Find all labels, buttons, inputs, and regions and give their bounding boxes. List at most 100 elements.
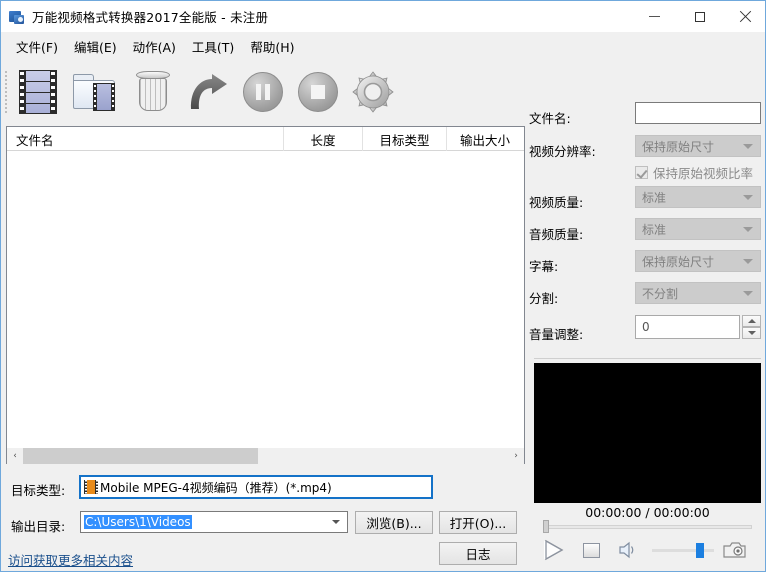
browse-button[interactable]: 浏览(B)...: [355, 511, 433, 534]
delete-button[interactable]: [125, 65, 180, 120]
output-dir-combo[interactable]: C:\Users\1\Videos: [80, 511, 348, 533]
toolbar-grip[interactable]: [3, 69, 10, 115]
seek-slider-thumb[interactable]: [543, 520, 549, 533]
triangle-down-icon: [748, 331, 756, 335]
subtitle-label: 字幕:: [529, 256, 558, 275]
target-type-label: 目标类型:: [11, 480, 65, 499]
file-list-body[interactable]: [7, 151, 524, 447]
stepper-down-button[interactable]: [742, 327, 761, 339]
application-window: 万能视频格式转换器2017全能版 - 未注册 文件(F) 编辑(E) 动作(A)…: [0, 0, 766, 572]
menu-help[interactable]: 帮助(H): [242, 34, 302, 59]
file-list[interactable]: 文件名 长度 目标类型 输出大小 ‹ ›: [6, 126, 525, 464]
menu-edit[interactable]: 编辑(E): [66, 34, 125, 59]
volume-adjust-input[interactable]: 0: [635, 315, 740, 339]
stop-icon: [583, 543, 600, 558]
close-icon: [739, 11, 751, 23]
video-resolution-label: 视频分辨率:: [529, 141, 596, 160]
stop-circle-icon: [298, 72, 338, 112]
split-label: 分割:: [529, 288, 558, 307]
split-combo[interactable]: 不分割: [635, 282, 761, 304]
snapshot-button[interactable]: [722, 537, 748, 563]
player-controls: [534, 537, 766, 567]
menu-tools[interactable]: 工具(T): [184, 34, 242, 59]
menu-bar: 文件(F) 编辑(E) 动作(A) 工具(T) 帮助(H): [1, 32, 766, 60]
window-title: 万能视频格式转换器2017全能版 - 未注册: [32, 7, 268, 26]
time-display: 00:00:00 / 00:00:00: [534, 505, 761, 520]
column-header-output-size[interactable]: 输出大小: [447, 127, 523, 151]
play-button[interactable]: [539, 537, 565, 563]
column-header-target-type[interactable]: 目标类型: [363, 127, 447, 151]
chevron-down-icon: [743, 259, 752, 264]
minimize-icon: [649, 16, 660, 17]
split-value: 不分割: [642, 285, 678, 302]
pause-circle-icon: [243, 72, 283, 112]
camera-icon: [723, 540, 747, 560]
audio-quality-combo[interactable]: 标准: [635, 218, 761, 240]
column-header-filename[interactable]: 文件名: [7, 127, 284, 151]
folder-with-film-icon: [73, 72, 117, 112]
title-bar: 万能视频格式转换器2017全能版 - 未注册: [1, 1, 766, 32]
panel-divider: [534, 358, 761, 359]
log-button[interactable]: 日志: [439, 542, 517, 565]
video-quality-label: 视频质量:: [529, 192, 583, 211]
volume-slider[interactable]: [652, 549, 714, 552]
stepper-up-button[interactable]: [742, 315, 761, 327]
video-quality-combo[interactable]: 标准: [635, 186, 761, 208]
keep-aspect-label: 保持原始视频比率: [653, 163, 753, 182]
film-strip-mini-icon: [84, 480, 98, 494]
file-list-hscrollbar[interactable]: ‹ ›: [7, 447, 524, 463]
chevron-down-icon: [743, 227, 752, 232]
video-resolution-combo[interactable]: 保持原始尺寸: [635, 135, 761, 157]
subtitle-value: 保持原始尺寸: [642, 253, 714, 270]
film-strip-icon: [19, 70, 57, 114]
stop-playback-button[interactable]: [578, 537, 604, 563]
window-controls: [632, 1, 766, 32]
mute-button[interactable]: [614, 537, 640, 563]
more-content-link[interactable]: 访问获取更多相关内容: [8, 550, 133, 569]
close-button[interactable]: [722, 1, 766, 32]
gear-icon: [352, 71, 394, 113]
video-preview[interactable]: [534, 363, 761, 503]
redo-arrow-icon: [187, 73, 229, 111]
filename-input[interactable]: [635, 102, 761, 124]
audio-quality-value: 标准: [642, 221, 666, 238]
output-dir-label: 输出目录:: [11, 516, 65, 535]
menu-file[interactable]: 文件(F): [8, 34, 66, 59]
settings-button[interactable]: [345, 65, 400, 120]
scrollbar-track[interactable]: [23, 448, 508, 464]
pause-button[interactable]: [235, 65, 290, 120]
speaker-icon: [617, 540, 637, 560]
volume-adjust-stepper[interactable]: [742, 315, 761, 339]
app-icon: [9, 9, 25, 25]
file-list-header: 文件名 长度 目标类型 输出大小: [7, 127, 524, 151]
video-resolution-value: 保持原始尺寸: [642, 138, 714, 155]
scroll-right-icon[interactable]: ›: [508, 448, 524, 464]
chevron-down-icon: [743, 195, 752, 200]
trash-can-icon: [135, 71, 171, 113]
column-header-length[interactable]: 长度: [284, 127, 363, 151]
stop-button[interactable]: [290, 65, 345, 120]
subtitle-combo[interactable]: 保持原始尺寸: [635, 250, 761, 272]
target-type-value: Mobile MPEG-4视频编码（推荐）(*.mp4): [100, 479, 332, 496]
seek-slider[interactable]: [544, 525, 752, 529]
video-quality-value: 标准: [642, 189, 666, 206]
volume-adjust-label: 音量调整:: [529, 324, 583, 343]
minimize-button[interactable]: [632, 1, 677, 32]
audio-quality-label: 音频质量:: [529, 224, 583, 243]
chevron-down-icon: [743, 144, 752, 149]
open-button[interactable]: 打开(O)...: [439, 511, 517, 534]
add-folder-button[interactable]: [65, 65, 125, 120]
scrollbar-thumb[interactable]: [23, 448, 258, 464]
filename-label: 文件名:: [529, 108, 571, 127]
chevron-down-icon: [332, 520, 340, 524]
volume-slider-thumb[interactable]: [696, 543, 704, 558]
maximize-button[interactable]: [677, 1, 722, 32]
keep-aspect-checkbox[interactable]: 保持原始视频比率: [635, 163, 753, 182]
menu-action[interactable]: 动作(A): [125, 34, 184, 59]
scroll-left-icon[interactable]: ‹: [7, 448, 23, 464]
target-type-combo[interactable]: Mobile MPEG-4视频编码（推荐）(*.mp4): [79, 475, 433, 499]
triangle-up-icon: [748, 319, 756, 323]
chevron-down-icon: [743, 291, 752, 296]
convert-button[interactable]: [180, 65, 235, 120]
add-file-button[interactable]: [10, 65, 65, 120]
